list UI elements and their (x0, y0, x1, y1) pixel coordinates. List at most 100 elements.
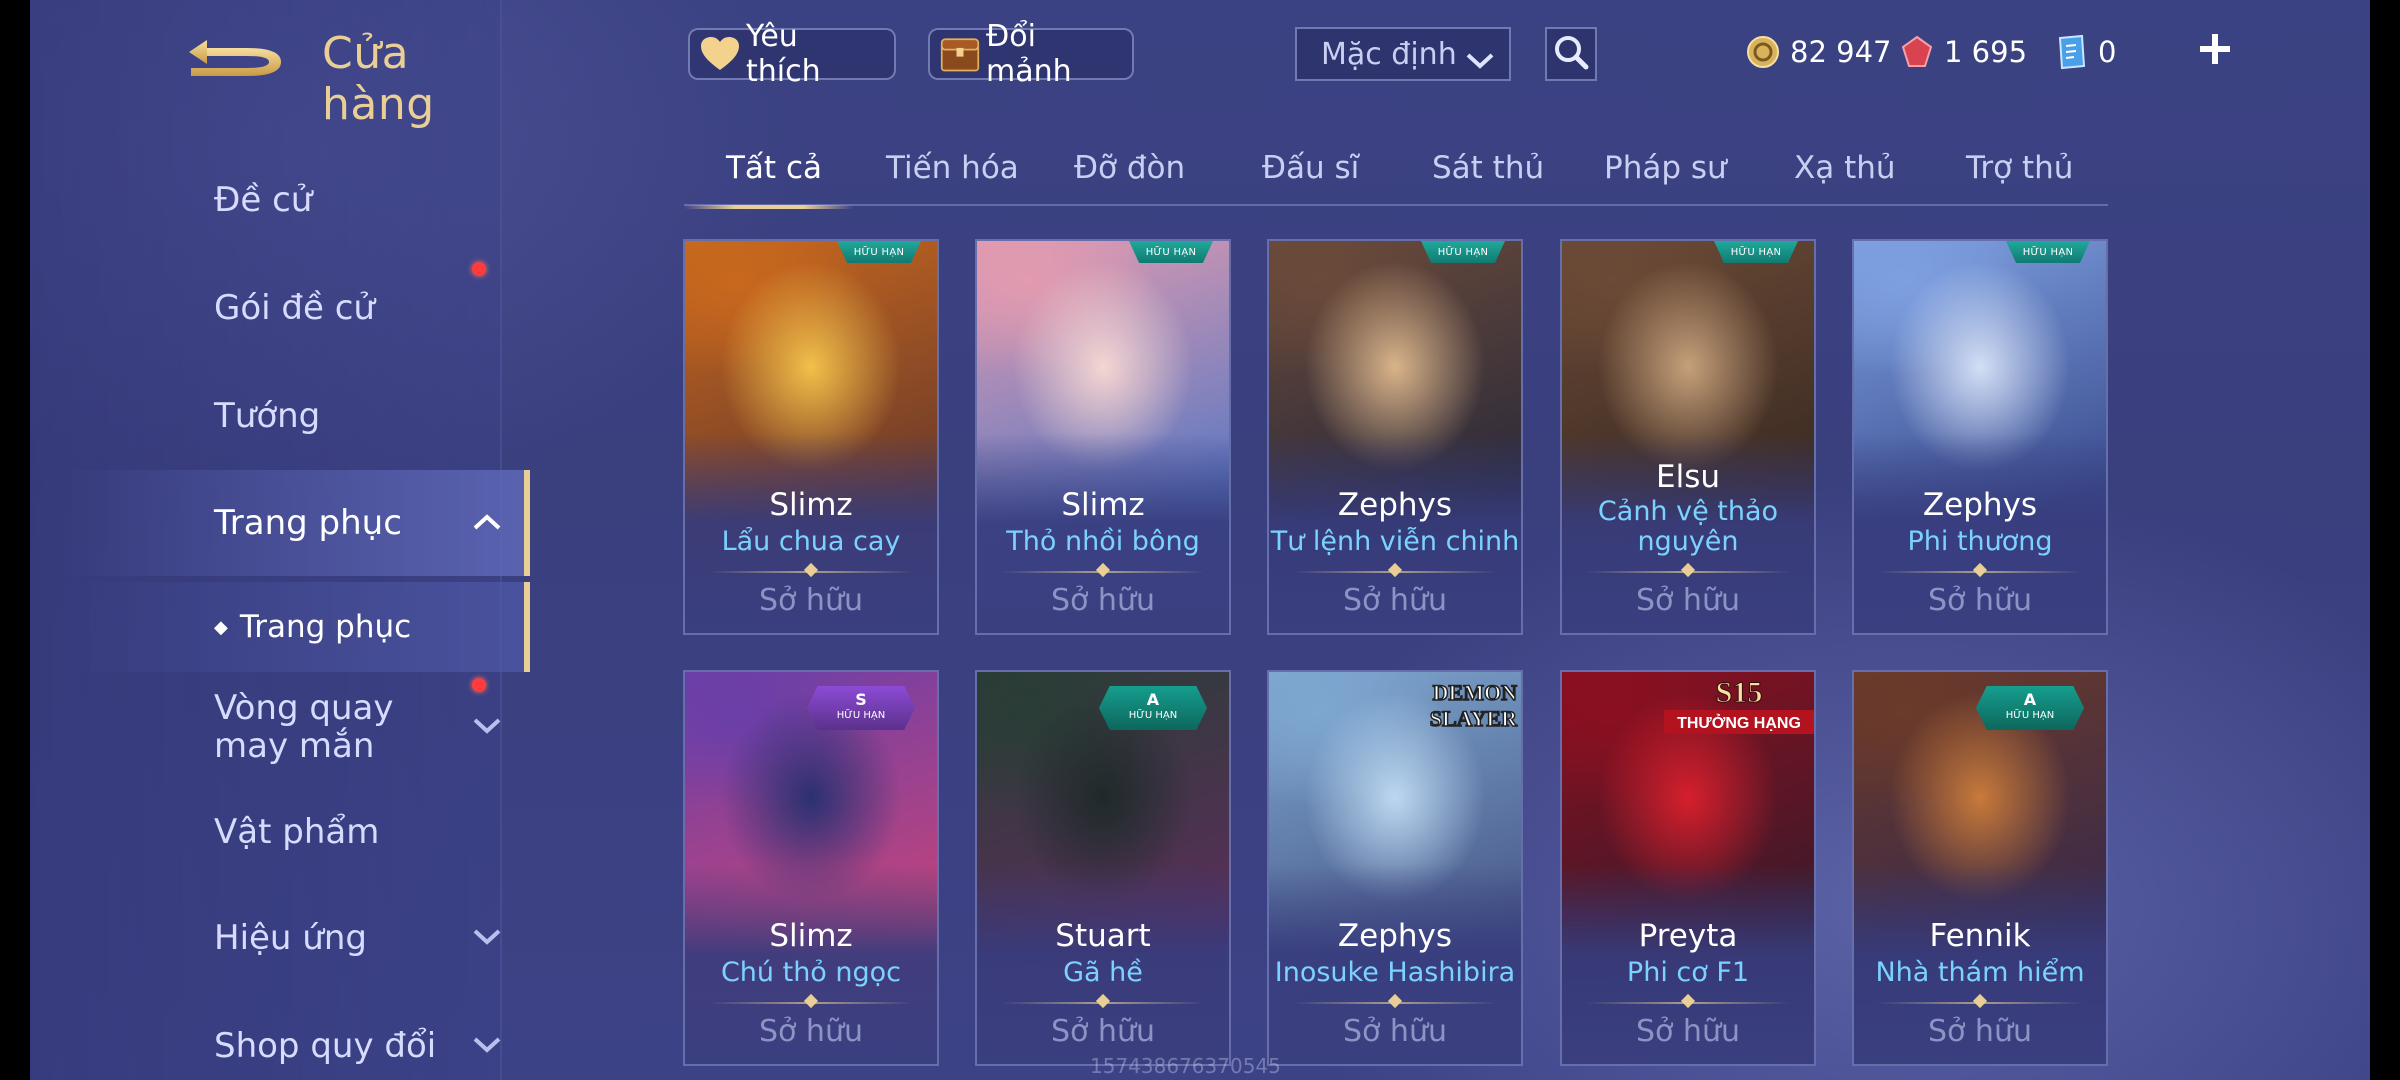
tab-marksman[interactable]: Xạ thủ (1794, 150, 1896, 186)
sort-value: Mặc định (1321, 36, 1457, 72)
search-button[interactable] (1545, 27, 1597, 81)
grade-letter: A (2023, 690, 2037, 709)
skin-name: Nhà thám hiểm (1875, 957, 2085, 988)
skin-card[interactable]: A HỮU HẠN Fennik Nhà thám hiểm Sở hữu (1852, 670, 2108, 1066)
skin-card[interactable]: HỮU HẠN Zephys Phi thương Sở hữu (1852, 239, 2108, 635)
voucher-balance: 0 (2054, 30, 2116, 74)
limited-badge: HỮU HẠN (1421, 241, 1505, 263)
search-icon (1553, 34, 1589, 74)
sidebar-item-label: Đề cử (214, 180, 313, 220)
limited-badge: HỮU HẠN (837, 241, 921, 263)
sidebar-item-recommended-packs[interactable]: Gói đề cử (60, 256, 530, 360)
skin-card[interactable]: DEMON SLAYER Zephys Inosuke Hashibira Sở hữu (1267, 670, 1523, 1066)
back-button[interactable] (185, 26, 305, 96)
skin-card[interactable]: HỮU HẠN Elsu Cảnh vệ thảo nguyên Sở hữu (1560, 239, 1816, 635)
hero-name: Elsu (1656, 459, 1720, 495)
skin-card[interactable]: S15 THƯỞNG HẠNG Preyta Phi cơ F1 Sở hữu (1560, 670, 1816, 1066)
event-logo: DEMON SLAYER (1371, 672, 1521, 740)
app-root: Cửa hàng Đề cử Gói đề cử Tướng Trang phụ… (0, 0, 2400, 1080)
owned-status: Sở hữu (1928, 583, 2032, 618)
skin-name: Thỏ nhồi bông (1006, 526, 1200, 557)
favorites-button[interactable]: Yêu thích (688, 19, 896, 89)
sidebar-item-heroes[interactable]: Tướng (60, 364, 530, 468)
sidebar: Cửa hàng Đề cử Gói đề cử Tướng Trang phụ… (30, 0, 530, 1080)
skin-card[interactable]: HỮU HẠN Zephys Tư lệnh viễn chinh Sở hữu (1267, 239, 1523, 635)
sidebar-item-lucky-spin[interactable]: Vòng quay may mắn (60, 674, 530, 780)
sidebar-item-label: Shop quy đổi (214, 1026, 437, 1066)
event-logo: S15 THƯỞNG HẠNG (1664, 672, 1814, 740)
chevron-down-icon (1465, 43, 1495, 78)
plus-icon (2200, 34, 2230, 64)
voucher-value: 0 (2098, 35, 2117, 69)
gold-balance: 82 947 (1746, 30, 1891, 74)
exchange-shards-button[interactable]: Đổi mảnh (928, 19, 1134, 89)
owned-status: Sở hữu (1636, 583, 1740, 618)
grade-badge: A HỮU HẠN (1976, 686, 2084, 730)
active-tab-indicator (684, 205, 854, 209)
grade-sub: HỮU HẠN (836, 710, 886, 721)
skin-name: Inosuke Hashibira (1274, 957, 1516, 988)
sidebar-item-label: Vòng quay may mắn (214, 688, 394, 766)
right-bezel (2370, 0, 2400, 1080)
svg-text:SLAYER: SLAYER (1430, 706, 1518, 731)
owned-status: Sở hữu (1051, 583, 1155, 618)
sidebar-item-label: Tướng (214, 396, 321, 436)
sidebar-item-skins[interactable]: Trang phục (60, 470, 530, 576)
owned-status: Sở hữu (1928, 1014, 2032, 1049)
add-currency-button[interactable] (2196, 26, 2234, 72)
svg-text:THƯỞNG HẠNG: THƯỞNG HẠNG (1677, 713, 1801, 732)
tab-assassin[interactable]: Sát thủ (1432, 150, 1544, 186)
tab-mage[interactable]: Pháp sư (1604, 150, 1727, 186)
tab-all[interactable]: Tất cả (684, 150, 854, 209)
skin-card[interactable]: S HỮU HẠN Slimz Chú thỏ ngọc Sở hữu (683, 670, 939, 1066)
bullet-diamond-icon: ◆ (214, 616, 228, 638)
chevron-down-icon (472, 708, 502, 746)
skin-name: Chú thỏ ngọc (720, 957, 902, 988)
sort-dropdown[interactable]: Mặc định (1295, 27, 1511, 81)
sidebar-item-recommended[interactable]: Đề cử (60, 148, 530, 252)
notification-dot (472, 678, 486, 692)
limited-badge: HỮU HẠN (1129, 241, 1213, 263)
skin-name: Cảnh vệ thảo nguyên (1597, 496, 1779, 557)
sidebar-item-label: Trang phục (214, 503, 402, 543)
sidebar-item-label: Hiệu ứng (214, 918, 367, 958)
skin-name: Phi cơ F1 (1626, 957, 1750, 988)
hero-name: Fennik (1929, 918, 2031, 954)
page-title: Cửa hàng (322, 28, 435, 130)
owned-status: Sở hữu (1343, 1014, 1447, 1049)
limited-badge: HỮU HẠN (1714, 241, 1798, 263)
tab-tank[interactable]: Đỡ đòn (1074, 150, 1185, 186)
sidebar-item-exchange-shop[interactable]: Shop quy đổi (60, 994, 530, 1080)
tab-label: Sát thủ (1432, 150, 1545, 186)
hero-name: Preyta (1638, 918, 1738, 954)
owned-status: Sở hữu (759, 583, 863, 618)
skin-card[interactable]: HỮU HẠN Slimz Thỏ nhồi bông Sở hữu (975, 239, 1231, 635)
treasure-chest-icon (940, 34, 980, 74)
sidebar-item-items[interactable]: Vật phẩm (60, 780, 530, 884)
skin-card[interactable]: A HỮU HẠN Stuart Gã hề Sở hữu (975, 670, 1231, 1066)
tab-label: Trợ thủ (1966, 150, 2074, 186)
sidebar-item-effects[interactable]: Hiệu ứng (60, 886, 530, 990)
limited-badge: HỮU HẠN (2006, 241, 2090, 263)
red-gem-icon (1900, 35, 1934, 69)
owned-status: Sở hữu (1051, 1014, 1155, 1049)
sidebar-item-label: Gói đề cử (214, 288, 375, 328)
tab-label: Pháp sư (1604, 150, 1727, 186)
skin-name: Phi thương (1907, 526, 2053, 557)
tab-evolution[interactable]: Tiến hóa (886, 150, 1019, 186)
owned-status: Sở hữu (1636, 1014, 1740, 1049)
tab-support[interactable]: Trợ thủ (1966, 150, 2073, 186)
svg-text:DEMON: DEMON (1433, 680, 1517, 705)
gold-value: 82 947 (1790, 35, 1892, 69)
exchange-label: Đổi mảnh (986, 19, 1072, 89)
blue-voucher-icon (2054, 34, 2088, 70)
tab-fighter[interactable]: Đấu sĩ (1262, 150, 1359, 186)
gem-value: 1 695 (1944, 35, 2028, 69)
skin-card[interactable]: HỮU HẠN Slimz Lẩu chua cay Sở hữu (683, 239, 939, 635)
heart-icon (700, 34, 740, 74)
hero-name: Zephys (1337, 918, 1453, 954)
back-arrow-icon (189, 40, 281, 76)
notification-dot (472, 262, 486, 276)
grade-sub: HỮU HẠN (1128, 710, 1178, 721)
sidebar-subitem-skins[interactable]: ◆ Trang phục (60, 582, 530, 672)
